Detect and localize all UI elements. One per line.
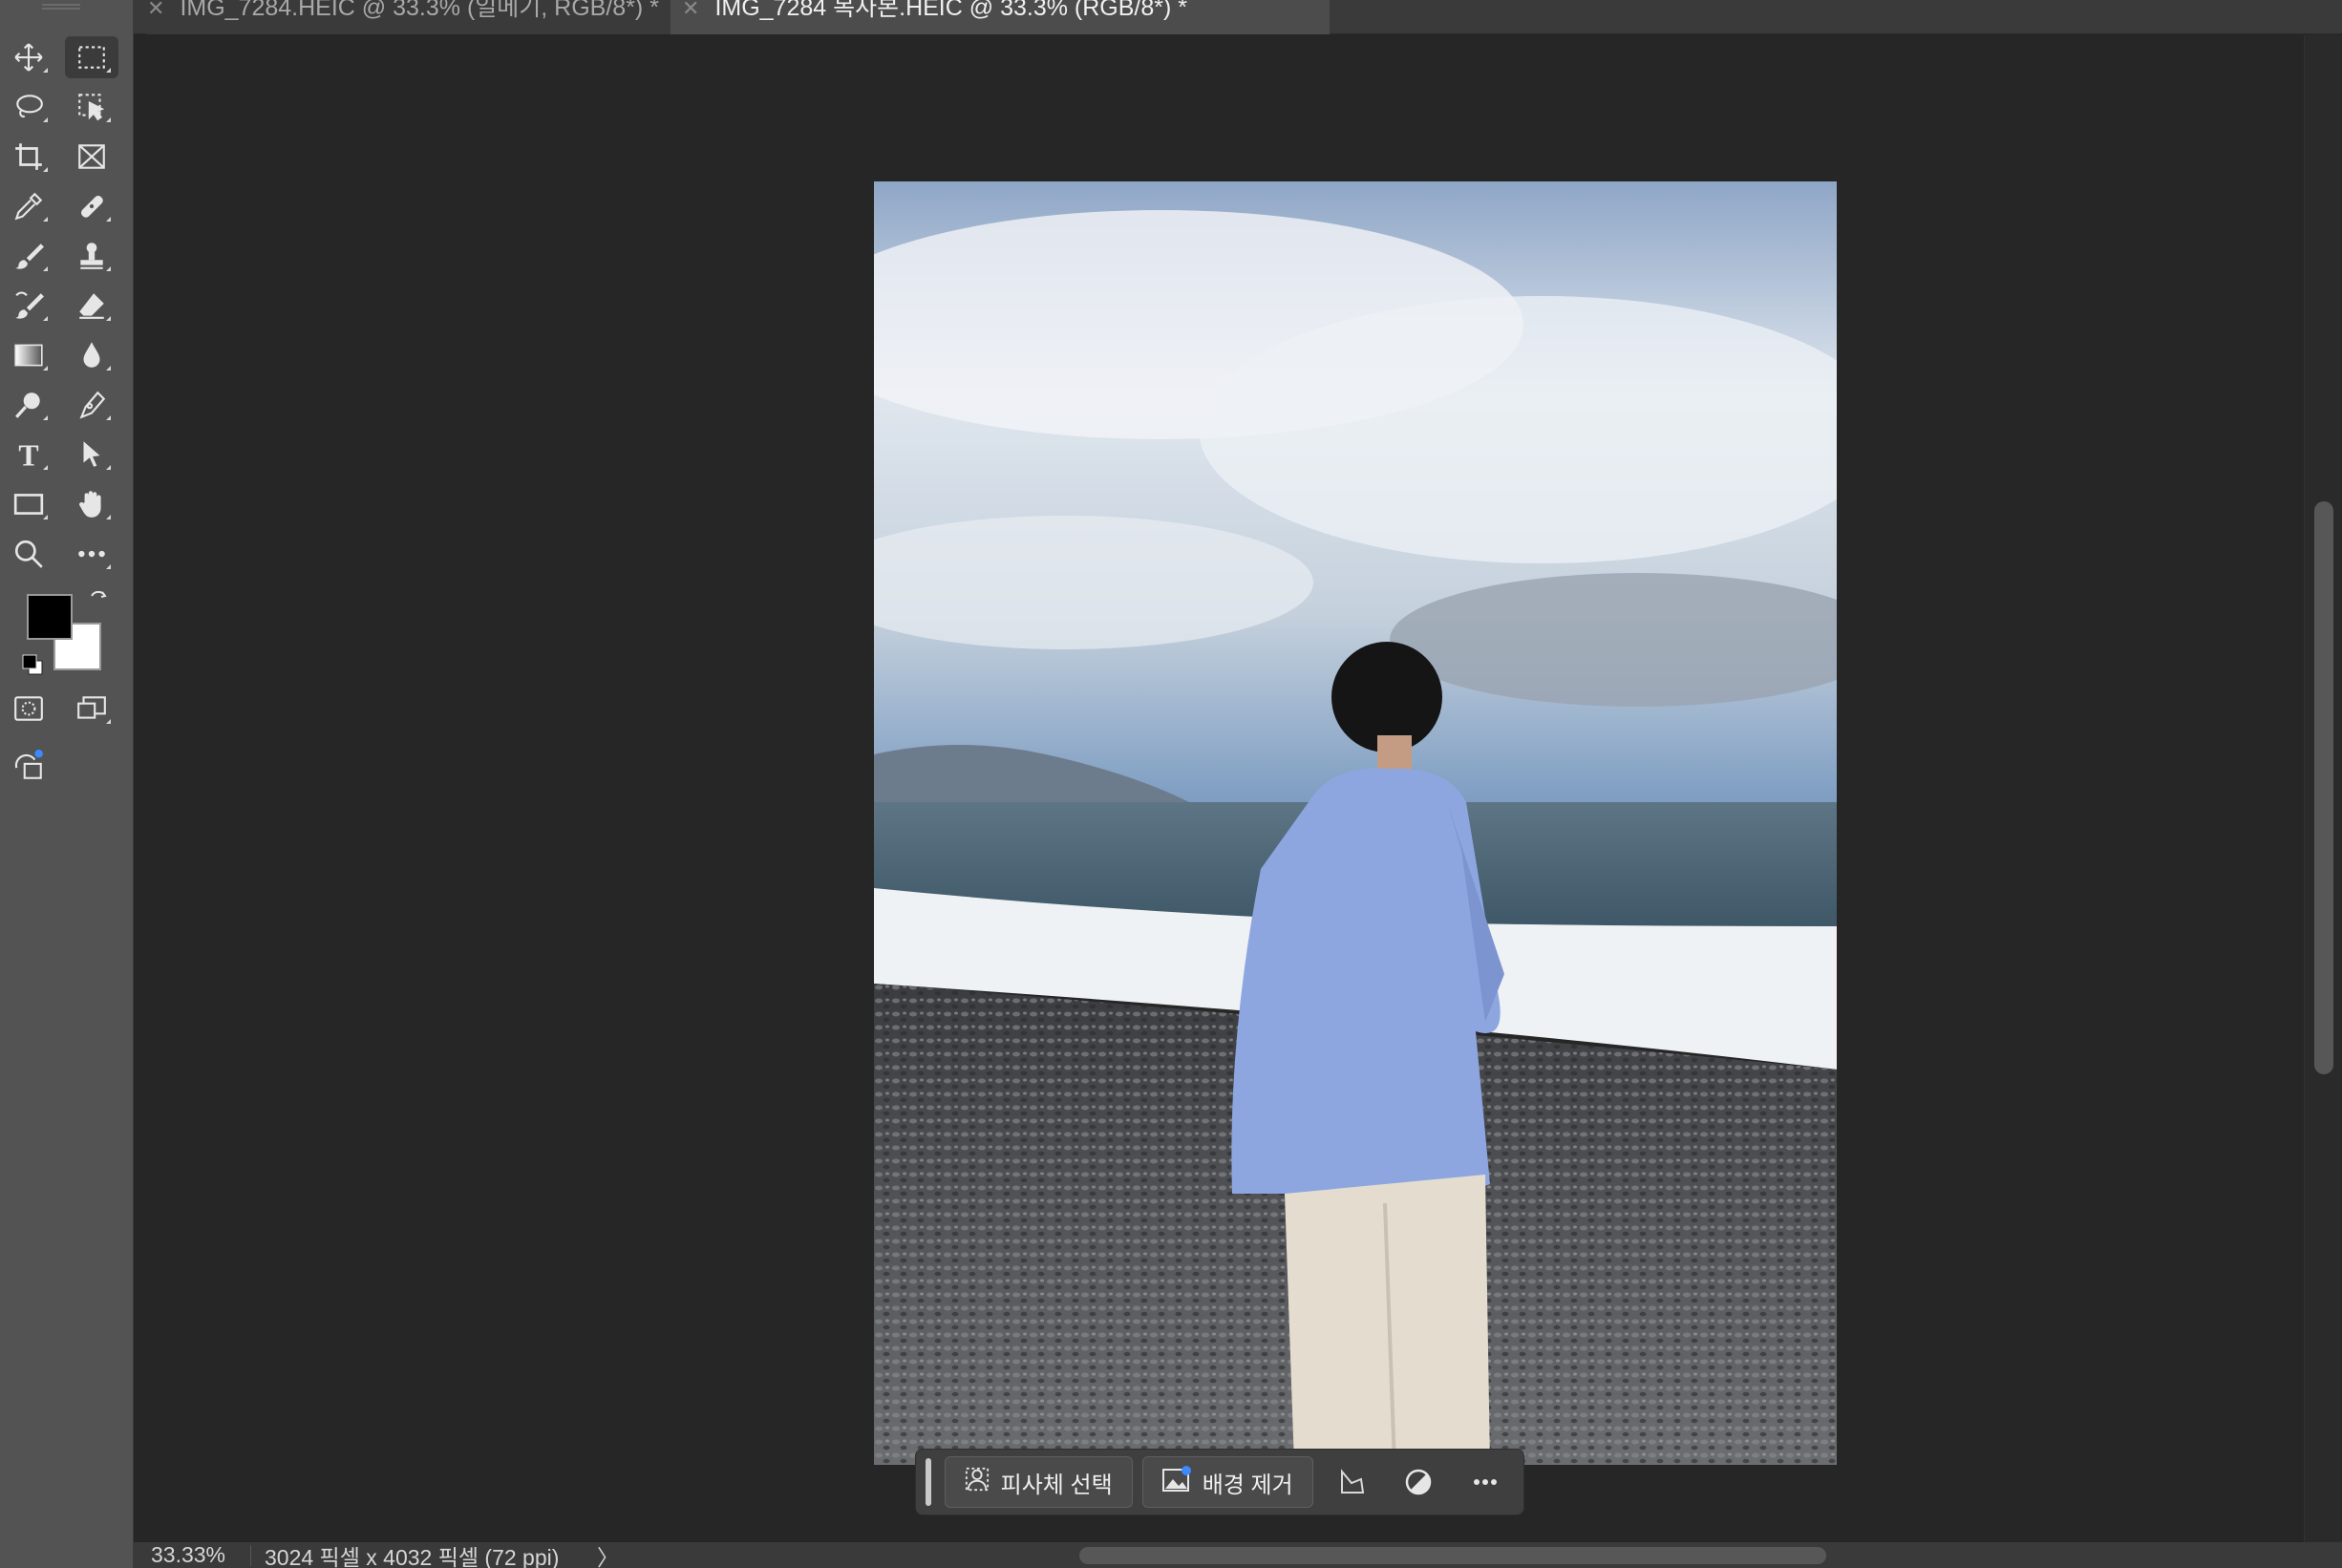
remove-background-label: 배경 제거: [1202, 1472, 1293, 1498]
person-icon: [965, 1467, 990, 1498]
tab-img-7284-copy[interactable]: ✕ IMG_7284 복사본.HEIC @ 33.3% (RGB/8*) *: [671, 0, 1330, 34]
task-bar-handle[interactable]: [926, 1458, 931, 1506]
hand-tool-icon[interactable]: [65, 483, 118, 525]
default-colors-icon[interactable]: [21, 653, 44, 676]
gradient-tool-icon[interactable]: [2, 334, 55, 376]
remove-background-button[interactable]: 배경 제거: [1141, 1456, 1313, 1508]
eraser-tool-icon[interactable]: [65, 285, 118, 327]
panel-grip[interactable]: [42, 4, 80, 10]
tools-panel: T: [0, 0, 134, 1568]
more-tools-icon[interactable]: [65, 533, 118, 575]
type-tool-icon[interactable]: T: [2, 434, 55, 476]
move-tool-icon[interactable]: [2, 36, 55, 78]
history-brush-tool-icon[interactable]: [2, 285, 55, 327]
vertical-scroll-thumb[interactable]: [2314, 501, 2333, 1074]
crop-tool-icon[interactable]: [2, 136, 55, 178]
rectangular-marquee-tool-icon[interactable]: [65, 36, 118, 78]
healing-brush-tool-icon[interactable]: [65, 185, 118, 227]
document-image[interactable]: [874, 181, 1837, 1465]
horizontal-scroll-thumb[interactable]: [1079, 1547, 1826, 1564]
vertical-scrollbar[interactable]: [2304, 35, 2342, 1542]
rectangle-tool-icon[interactable]: [2, 483, 55, 525]
object-selection-tool-icon[interactable]: [65, 86, 118, 128]
path-selection-tool-icon[interactable]: [65, 434, 118, 476]
document-canvas[interactable]: 피사체 선택 배경 제거: [136, 35, 2304, 1542]
zoom-tool-icon[interactable]: [2, 533, 55, 575]
frame-tool-icon[interactable]: [65, 136, 118, 178]
swap-colors-icon[interactable]: [88, 588, 109, 609]
pen-tool-icon[interactable]: [65, 384, 118, 426]
status-divider: [250, 1544, 251, 1566]
image-icon: [1161, 1465, 1191, 1499]
transform-icon[interactable]: [1323, 1456, 1380, 1508]
foreground-color-swatch[interactable]: [27, 594, 73, 640]
adjustment-icon[interactable]: [1390, 1456, 1447, 1508]
close-tab-icon[interactable]: ✕: [147, 0, 164, 20]
tab-label: IMG_7284 복사본.HEIC @ 33.3% (RGB/8*) *: [714, 0, 1187, 21]
lasso-tool-icon[interactable]: [2, 86, 55, 128]
status-menu-arrow-icon[interactable]: 〉: [597, 1539, 619, 1568]
svg-text:T: T: [18, 439, 38, 471]
clone-stamp-tool-icon[interactable]: [65, 235, 118, 277]
generative-fill-icon[interactable]: [2, 745, 55, 787]
quick-mask-icon[interactable]: [2, 688, 55, 730]
zoom-level[interactable]: 33.33%: [134, 1542, 248, 1568]
select-subject-label: 피사체 선택: [1000, 1472, 1113, 1498]
contextual-task-bar: 피사체 선택 배경 제거: [915, 1449, 1524, 1515]
tab-label: IMG_7284.HEIC @ 33.3% (일메기, RGB/8*) *: [180, 0, 659, 21]
brush-tool-icon[interactable]: [2, 235, 55, 277]
select-subject-button[interactable]: 피사체 선택: [944, 1456, 1133, 1508]
blur-tool-icon[interactable]: [65, 334, 118, 376]
close-tab-icon[interactable]: ✕: [682, 0, 699, 20]
tab-img-7284[interactable]: ✕ IMG_7284.HEIC @ 33.3% (일메기, RGB/8*) *: [147, 0, 678, 34]
document-info: 3024 픽셀 x 4032 픽셀 (72 ppi): [265, 1544, 560, 1568]
screen-mode-icon[interactable]: [65, 688, 118, 730]
document-tab-bar: ✕ IMG_7284.HEIC @ 33.3% (일메기, RGB/8*) * ✕…: [134, 0, 2342, 34]
eyedropper-tool-icon[interactable]: [2, 185, 55, 227]
dodge-tool-icon[interactable]: [2, 384, 55, 426]
more-options-icon[interactable]: [1457, 1456, 1514, 1508]
